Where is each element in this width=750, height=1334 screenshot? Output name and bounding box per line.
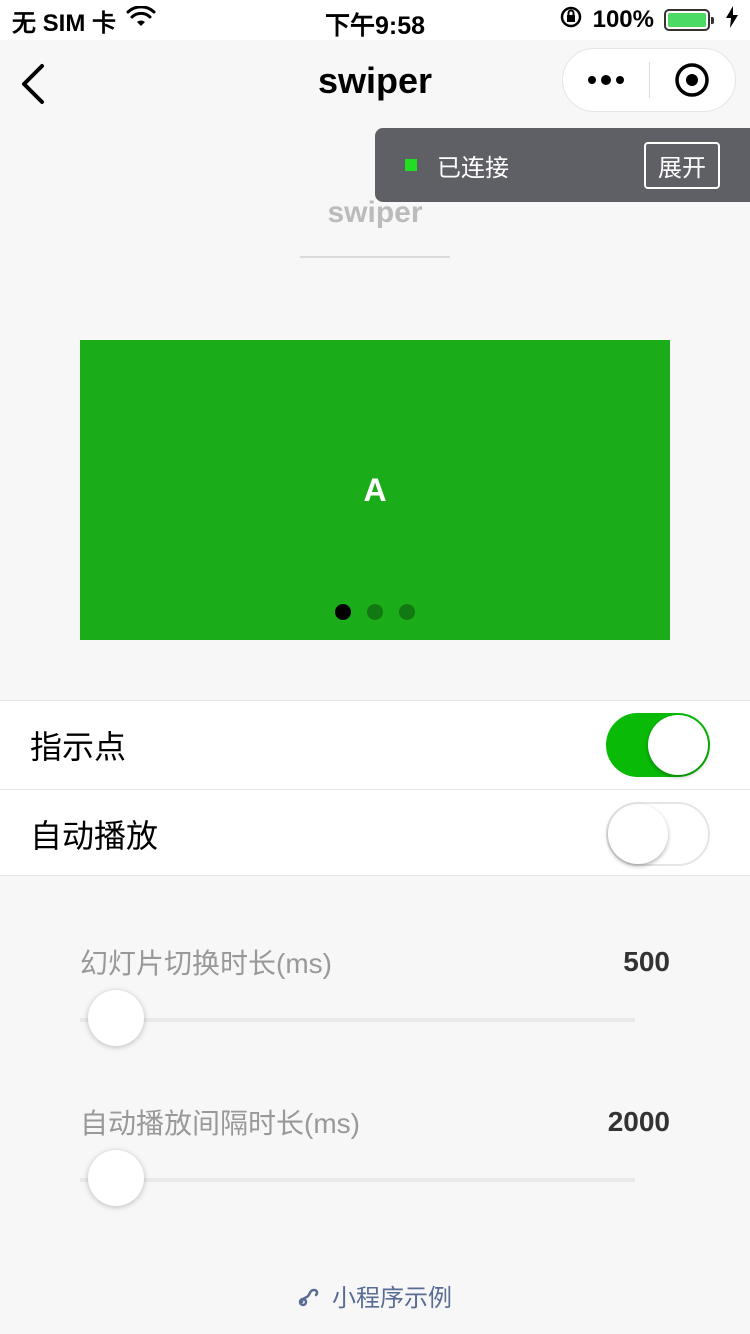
setting-row-autoplay: 自动播放 xyxy=(0,789,750,877)
duration-slider[interactable] xyxy=(80,990,635,1046)
switch-knob xyxy=(608,803,668,864)
battery-icon xyxy=(664,9,714,31)
more-dots-icon xyxy=(587,75,624,85)
connection-status-text: 已连接 xyxy=(437,154,509,182)
status-bar: 无 SIM 卡 下午9:58 100% xyxy=(0,0,750,40)
slider-value: 2000 xyxy=(607,1106,670,1137)
setting-label: 指示点 xyxy=(30,729,127,765)
title-divider xyxy=(300,256,450,258)
indicator-dot[interactable] xyxy=(335,604,351,620)
autoplay-switch[interactable] xyxy=(606,801,710,866)
interval-slider[interactable] xyxy=(80,1150,635,1206)
orientation-lock-icon xyxy=(559,5,583,36)
more-button[interactable] xyxy=(563,49,649,111)
swiper-carousel[interactable]: A xyxy=(80,340,670,640)
slider-thumb[interactable] xyxy=(88,990,144,1046)
footer-text: 小程序示例 xyxy=(332,1285,452,1312)
charging-icon xyxy=(726,5,738,35)
slider-label: 幻灯片切换时长(ms) xyxy=(80,948,332,979)
carrier-label: 无 SIM 卡 xyxy=(12,9,117,37)
indicator-dot[interactable] xyxy=(399,604,415,620)
slider-value: 500 xyxy=(623,946,670,977)
indicator-dot[interactable] xyxy=(367,604,383,620)
slider-thumb[interactable] xyxy=(88,1150,144,1206)
settings-list: 指示点 自动播放 xyxy=(0,700,750,876)
interval-slider-block: 自动播放间隔时长(ms) 2000 xyxy=(80,1102,670,1206)
footer-link[interactable]: 小程序示例 xyxy=(0,1278,750,1313)
slide-label: A xyxy=(363,471,387,508)
mini-program-icon xyxy=(298,1288,319,1306)
slider-label: 自动播放间隔时长(ms) xyxy=(80,1108,360,1139)
switch-knob xyxy=(648,715,708,775)
target-icon xyxy=(675,63,709,97)
page-header: swiper xyxy=(0,196,750,258)
battery-percent: 100% xyxy=(592,6,654,33)
navigation-bar: swiper xyxy=(0,40,750,128)
connection-status-indicator xyxy=(405,159,417,171)
close-button[interactable] xyxy=(650,49,736,111)
indicator-dots-switch[interactable] xyxy=(606,713,710,777)
setting-row-indicator-dots: 指示点 xyxy=(0,701,750,789)
setting-label: 自动播放 xyxy=(30,817,159,854)
debug-connection-bar: 已连接 展开 xyxy=(375,128,750,202)
wifi-icon xyxy=(126,4,156,35)
expand-button[interactable]: 展开 xyxy=(644,141,720,189)
indicator-dots xyxy=(80,604,670,620)
duration-slider-block: 幻灯片切换时长(ms) 500 xyxy=(80,942,670,1046)
capsule-menu xyxy=(562,48,736,112)
